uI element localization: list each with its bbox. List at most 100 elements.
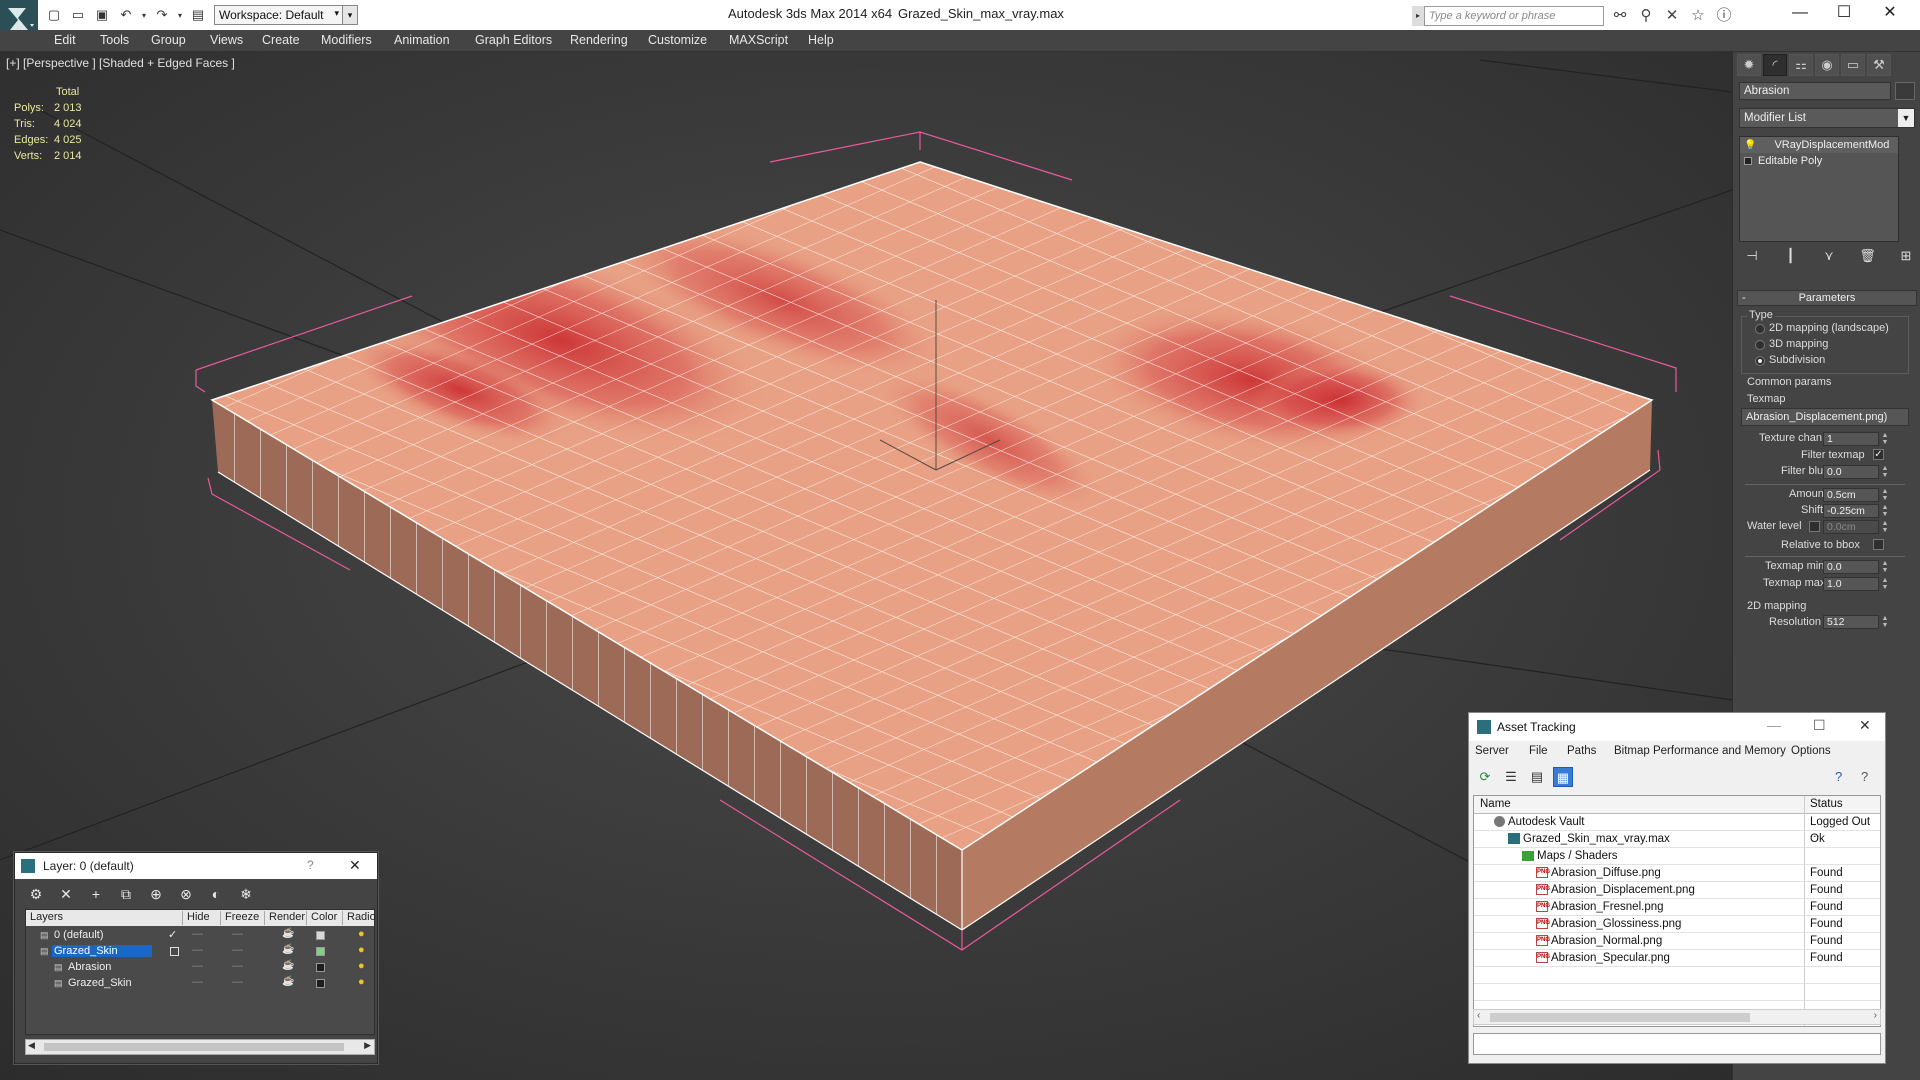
layer-color-swatch[interactable] xyxy=(316,947,325,956)
help-button[interactable]: ? xyxy=(307,858,314,872)
water-level-spinner[interactable]: 0.0cm xyxy=(1823,520,1879,534)
workspace-select[interactable]: Workspace: Default ▾ ▾ xyxy=(214,5,358,25)
radio-subdivision[interactable] xyxy=(1755,356,1765,366)
shift-spinner[interactable]: -0.25cm xyxy=(1823,504,1879,518)
parameters-rollout-header[interactable]: - Parameters xyxy=(1737,290,1917,306)
close-button[interactable]: ✕ xyxy=(1859,717,1871,734)
highlight-layer-icon[interactable]: ⊗ xyxy=(173,883,199,905)
menu-graph-editors[interactable]: Graph Editors xyxy=(475,33,552,47)
new-file-icon[interactable]: ▢ xyxy=(44,6,64,24)
texture-chan-spinner[interactable]: 1 xyxy=(1823,432,1879,446)
amount-spinner[interactable]: 0.5cm xyxy=(1823,488,1879,502)
radiosity-icon[interactable]: ● xyxy=(358,960,365,972)
spinner-arrows-icon[interactable]: ▲ ▼ xyxy=(1881,560,1889,574)
freeze-toggle[interactable]: — xyxy=(232,944,243,956)
search-expand-icon[interactable]: ▸ xyxy=(1412,6,1424,26)
scroll-right-icon[interactable]: › xyxy=(1874,1010,1877,1021)
stack-item-editable-poly[interactable]: Editable Poly xyxy=(1740,153,1898,169)
spinner-arrows-icon[interactable]: ▲ ▼ xyxy=(1881,577,1889,591)
refresh-icon[interactable]: ⟳ xyxy=(1475,767,1495,787)
resolution-spinner[interactable]: 512 xyxy=(1823,615,1879,629)
menu-help[interactable]: Help xyxy=(808,33,834,47)
freeze-toggle[interactable]: — xyxy=(232,976,243,988)
close-button[interactable]: ✕ xyxy=(349,857,361,874)
layer-row[interactable]: ▤ Grazed_Skin — — ☕ ● xyxy=(26,976,374,992)
layer-row[interactable]: ▤ Abrasion — — ☕ ● xyxy=(26,960,374,976)
hide-toggle[interactable]: — xyxy=(192,960,203,972)
scroll-left-icon[interactable]: ‹ xyxy=(1477,1010,1480,1021)
search-input[interactable]: Type a keyword or phrase xyxy=(1424,6,1604,26)
save-file-icon[interactable]: ▣ xyxy=(92,6,112,24)
menu-edit[interactable]: Edit xyxy=(54,33,76,47)
layer-color-swatch[interactable] xyxy=(316,979,325,988)
hide-toggle[interactable]: — xyxy=(192,928,203,940)
layer-color-swatch[interactable] xyxy=(316,931,325,940)
menu-file[interactable]: File xyxy=(1529,745,1548,757)
open-file-icon[interactable]: ▭ xyxy=(68,6,88,24)
hierarchy-tab-icon[interactable]: ⚏ xyxy=(1789,54,1813,76)
render-teapot-icon[interactable]: ☕ xyxy=(282,928,294,939)
list-view-icon[interactable]: ☰ xyxy=(1501,767,1521,787)
delete-layer-icon[interactable]: ✕ xyxy=(53,883,79,905)
render-teapot-icon[interactable]: ☕ xyxy=(282,944,294,955)
project-folder-icon[interactable]: ▤ xyxy=(188,6,208,24)
asset-row[interactable]: Maps / Shaders xyxy=(1474,848,1880,865)
menu-modifiers[interactable]: Modifiers xyxy=(321,33,372,47)
spinner-arrows-icon[interactable]: ▲ ▼ xyxy=(1881,488,1889,502)
maximize-button[interactable]: ☐ xyxy=(1820,0,1868,28)
menu-paths[interactable]: Paths xyxy=(1567,745,1596,757)
layer-name[interactable]: Grazed_Skin xyxy=(52,945,152,957)
favorites-star-icon[interactable]: ☆ xyxy=(1688,6,1708,26)
hide-toggle[interactable]: — xyxy=(192,976,203,988)
redo-dropdown-icon[interactable]: ▾ xyxy=(176,6,184,24)
filter-blur-spinner[interactable]: 0.0 xyxy=(1823,465,1879,479)
menu-bitmap-performance[interactable]: Bitmap Performance and Memory xyxy=(1614,745,1786,757)
scroll-right-icon[interactable]: ▶ xyxy=(364,1040,371,1051)
make-unique-icon[interactable]: ⋎ xyxy=(1818,248,1840,268)
col-radio[interactable]: Radio xyxy=(342,911,376,925)
freeze-toggle[interactable]: — xyxy=(232,928,243,940)
menu-create[interactable]: Create xyxy=(262,33,300,47)
water-level-checkbox[interactable] xyxy=(1809,521,1820,532)
expand-icon[interactable] xyxy=(1744,157,1752,165)
layer-name[interactable]: Abrasion xyxy=(66,961,113,973)
col-status[interactable]: Status xyxy=(1810,798,1843,810)
menu-customize[interactable]: Customize xyxy=(648,33,707,47)
maximize-button[interactable]: ☐ xyxy=(1813,717,1826,734)
undo-dropdown-icon[interactable]: ▾ xyxy=(140,6,148,24)
hide-toggle[interactable]: — xyxy=(192,944,203,956)
close-button[interactable]: ✕ xyxy=(1866,0,1914,28)
table-view-icon[interactable]: ▦ xyxy=(1553,767,1573,787)
radio-3d-mapping[interactable] xyxy=(1755,340,1765,350)
asset-row[interactable]: PNGAbrasion_Fresnel.png Found xyxy=(1474,899,1880,916)
create-tab-icon[interactable]: ✹ xyxy=(1737,54,1761,76)
object-name-input[interactable]: Abrasion xyxy=(1739,82,1891,100)
show-end-result-icon[interactable]: ┃ xyxy=(1780,248,1802,268)
radiosity-icon[interactable]: ● xyxy=(358,928,365,940)
stack-item-vraydisplacement[interactable]: 💡 VRayDisplacementMod xyxy=(1740,137,1898,153)
minimize-button[interactable]: — xyxy=(1767,717,1781,733)
col-hide[interactable]: Hide xyxy=(182,911,210,925)
menu-options[interactable]: Options xyxy=(1791,745,1831,757)
redo-icon[interactable]: ↷ xyxy=(152,6,172,24)
spinner-arrows-icon[interactable]: ▲ ▼ xyxy=(1881,504,1889,518)
motion-tab-icon[interactable]: ◉ xyxy=(1815,54,1839,76)
configure-sets-icon[interactable]: ⊞ xyxy=(1895,248,1917,268)
col-name[interactable]: Name xyxy=(1480,798,1511,810)
modify-tab-icon[interactable]: ◜ xyxy=(1763,54,1787,76)
layer-row[interactable]: ▤ 0 (default) ✓ — — ☕ ● xyxy=(26,928,374,944)
create-layer-icon[interactable]: + xyxy=(83,883,109,905)
help-icon[interactable]: ⓘ xyxy=(1714,6,1734,26)
menu-rendering[interactable]: Rendering xyxy=(570,33,628,47)
lightbulb-icon[interactable]: 💡 xyxy=(1744,140,1756,151)
undo-icon[interactable]: ↶ xyxy=(116,6,136,24)
menu-server[interactable]: Server xyxy=(1475,745,1509,757)
col-render[interactable]: Render xyxy=(264,911,305,925)
menu-views[interactable]: Views xyxy=(210,33,243,47)
add-selection-icon[interactable]: ⧉ xyxy=(113,883,139,905)
layer-hscrollbar[interactable]: ◀ ▶ xyxy=(25,1039,375,1055)
asset-row[interactable]: Autodesk Vault Logged Out ... xyxy=(1474,814,1880,840)
spinner-arrows-icon[interactable]: ▲ ▼ xyxy=(1881,615,1889,629)
object-color-swatch[interactable] xyxy=(1895,82,1915,100)
pin-stack-icon[interactable]: ⊣ xyxy=(1741,248,1763,268)
